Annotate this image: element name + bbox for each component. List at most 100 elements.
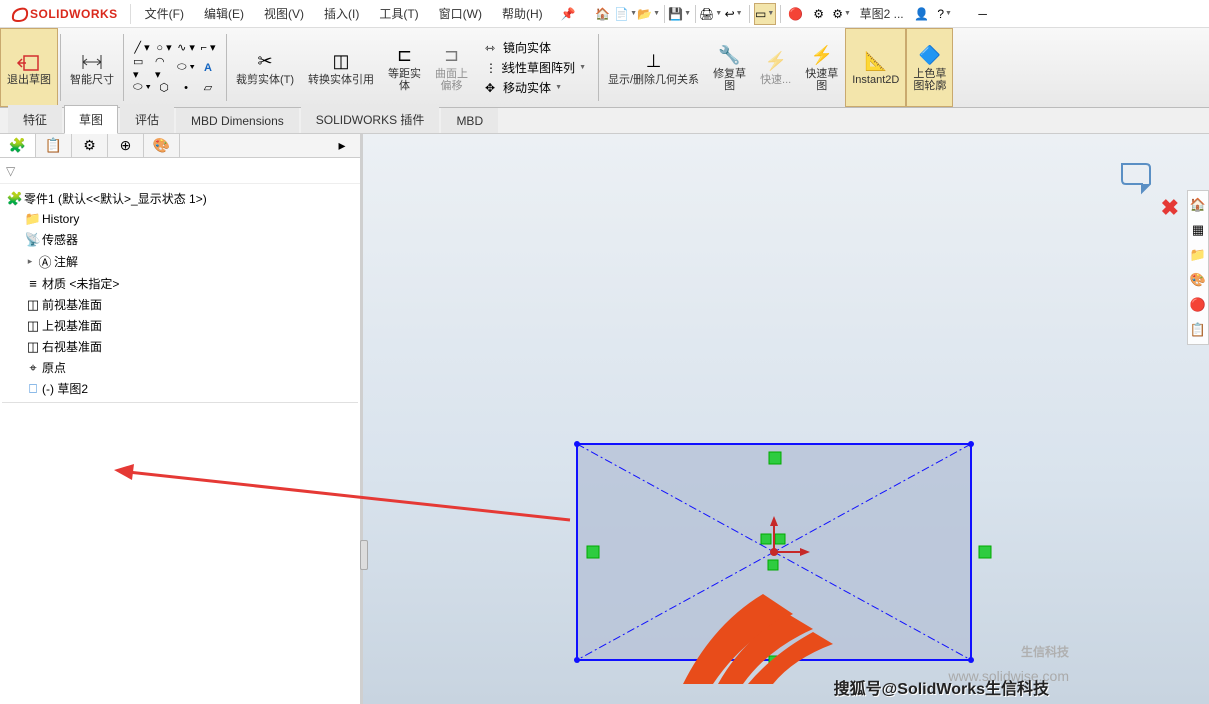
attribution-text: 搜狐号@SolidWorks生信科技 — [834, 675, 1049, 699]
new-button[interactable]: 📄▼ — [615, 3, 637, 25]
tree-sketch2[interactable]: ⎕(-) 草图2 — [2, 378, 358, 399]
plane-icon: ◫ — [24, 339, 42, 355]
instant2d-button[interactable]: 📐 Instant2D — [845, 28, 906, 107]
surface-offset-button[interactable]: ⊐ 曲面上 偏移 — [428, 28, 475, 107]
point-tool[interactable]: • — [176, 79, 196, 97]
task-appearances-button[interactable]: 🔴 — [1188, 294, 1208, 316]
task-resources-button[interactable]: ▦ — [1188, 219, 1208, 241]
home-button[interactable]: 🏠 — [592, 3, 614, 25]
tree-front-plane[interactable]: ◫前视基准面 — [2, 294, 358, 315]
convert-entities-button[interactable]: ◫ 转换实体引用 — [301, 28, 381, 107]
rectangle-tool[interactable]: ▭ ▾ — [132, 59, 152, 77]
spline-tool[interactable]: ∿ ▾ — [176, 39, 196, 57]
shade-sketch-button[interactable]: 🔷 上色草 图轮廓 — [906, 28, 953, 107]
smart-dimension-button[interactable]: 智能尺寸 — [63, 28, 121, 107]
tree-material-label: 材质 <未指定> — [42, 275, 119, 292]
mirror-entities-button[interactable]: ⇿镜向实体 — [477, 38, 594, 58]
task-custom-button[interactable]: 📋 — [1188, 319, 1208, 341]
slot-tool[interactable]: ⬭ ▾ — [132, 79, 152, 97]
options-button[interactable]: ⚙ — [808, 3, 830, 25]
confirmation-corner-cancel[interactable]: ✖ — [1161, 195, 1179, 221]
menu-edit[interactable]: 编辑(E) — [194, 1, 254, 26]
tab-evaluate[interactable]: 评估 — [120, 105, 174, 133]
tree-annotations[interactable]: ▸Ⓐ注解 — [2, 250, 358, 273]
task-view-palette-button[interactable]: 🎨 — [1188, 269, 1208, 291]
print-button[interactable]: 🖨▼ — [700, 3, 722, 25]
display-tab[interactable]: 🎨 — [144, 134, 180, 157]
menu-file[interactable]: 文件(F) — [135, 1, 194, 26]
pin-icon[interactable]: 📌 — [553, 7, 584, 21]
graphics-viewport[interactable]: 生信科技 www.solidwise.com 搜狐号@SolidWorks生信科… — [363, 134, 1209, 704]
property-tab[interactable]: 📋 — [36, 134, 72, 157]
confirmation-corner-ok[interactable] — [1118, 160, 1154, 203]
relation-vertical-icon[interactable] — [979, 546, 991, 558]
sketch-point[interactable] — [968, 441, 974, 447]
quick-snaps-button[interactable]: ⚡ 快速... — [753, 28, 798, 107]
sketch-point[interactable] — [574, 441, 580, 447]
feature-tree-tab[interactable]: 🧩 — [0, 134, 36, 157]
tree-annotations-label: 注解 — [54, 253, 78, 270]
manager-tabs: 🧩 📋 ⚙ ⊕ 🎨 ▸ — [0, 134, 360, 158]
relation-midpoint-icon[interactable] — [775, 534, 785, 544]
tree-right-plane[interactable]: ◫右视基准面 — [2, 336, 358, 357]
tree-material[interactable]: ≡材质 <未指定> — [2, 273, 358, 294]
open-button[interactable]: 📂▼ — [638, 3, 660, 25]
tree-history[interactable]: 📁History — [2, 209, 358, 229]
expand-icon[interactable]: ▸ — [24, 256, 36, 267]
tree-sensors[interactable]: 📡传感器 — [2, 229, 358, 250]
task-library-button[interactable]: 📁 — [1188, 244, 1208, 266]
exit-sketch-label: 退出草图 — [7, 74, 51, 86]
expand-tab-button[interactable]: ▸ — [324, 134, 360, 157]
text-tool[interactable]: A — [198, 59, 218, 77]
arc-tool[interactable]: ◠ ▾ — [154, 59, 174, 77]
plane-tool[interactable]: ▱ — [198, 79, 218, 97]
display-relations-button[interactable]: ⊥ 显示/删除几何关系 — [601, 28, 706, 107]
tab-addins[interactable]: SOLIDWORKS 插件 — [301, 105, 440, 133]
task-home-button[interactable]: 🏠 — [1188, 194, 1208, 216]
polygon-tool[interactable]: ⬡ — [154, 79, 174, 97]
menu-view[interactable]: 视图(V) — [254, 1, 314, 26]
undo-button[interactable]: ↩▼ — [723, 3, 745, 25]
feature-tree: 🧩零件1 (默认<<默认>_显示状态 1>) 📁History 📡传感器 ▸Ⓐ注… — [0, 184, 360, 704]
tab-mbd[interactable]: MBD — [441, 108, 498, 133]
relation-vertical-icon[interactable] — [587, 546, 599, 558]
settings-button[interactable]: ⚙▼ — [831, 3, 853, 25]
tree-top-plane[interactable]: ◫上视基准面 — [2, 315, 358, 336]
select-button[interactable]: ▭▼ — [754, 3, 776, 25]
tab-mbd-dimensions[interactable]: MBD Dimensions — [176, 108, 299, 133]
ribbon: 退出草图 智能尺寸 ╱ ▾ ○ ▾ ∿ ▾ ⌐ ▾ ▭ ▾ ◠ ▾ ⬭ ▾ A … — [0, 28, 1209, 108]
relation-midpoint-icon[interactable] — [761, 534, 771, 544]
dimxpert-tab[interactable]: ⊕ — [108, 134, 144, 157]
menu-insert[interactable]: 插入(I) — [314, 1, 369, 26]
rapid-label: 快速草 图 — [805, 68, 838, 92]
linear-pattern-button[interactable]: ⋮⋮线性草图阵列▼ — [477, 58, 594, 78]
help-button[interactable]: ?▼ — [934, 3, 956, 25]
shade-label: 上色草 图轮廓 — [913, 68, 946, 92]
ellipse-tool[interactable]: ⬭ ▾ — [176, 59, 196, 77]
save-button[interactable]: 💾▼ — [669, 3, 691, 25]
tab-sketch[interactable]: 草图 — [64, 105, 118, 134]
config-tab[interactable]: ⚙ — [72, 134, 108, 157]
tree-origin[interactable]: ⌖原点 — [2, 357, 358, 378]
rebuild-button[interactable]: 🔴 — [785, 3, 807, 25]
splitter-handle[interactable] — [360, 540, 368, 570]
menu-help[interactable]: 帮助(H) — [492, 1, 553, 26]
sketch-point[interactable] — [968, 657, 974, 663]
move-entities-button[interactable]: ✥移动实体▼ — [477, 78, 594, 98]
menu-tools[interactable]: 工具(T) — [369, 1, 428, 26]
tree-root-part[interactable]: 🧩零件1 (默认<<默认>_显示状态 1>) — [2, 188, 358, 209]
repair-sketch-button[interactable]: 🔧 修复草 图 — [706, 28, 753, 107]
relation-horizontal-icon[interactable] — [769, 452, 781, 464]
tree-filter[interactable]: ▽ — [0, 158, 360, 184]
rapid-sketch-button[interactable]: ⚡ 快速草 图 — [798, 28, 845, 107]
trim-entities-button[interactable]: ✂ 裁剪实体(T) — [229, 28, 301, 107]
menu-window[interactable]: 窗口(W) — [429, 1, 492, 26]
minimize-button[interactable]: ─ — [972, 3, 994, 25]
exit-sketch-icon — [16, 50, 42, 74]
search-button[interactable]: 👤 — [911, 3, 933, 25]
offset-entities-button[interactable]: ⊏ 等距实 体 — [381, 28, 428, 107]
tab-features[interactable]: 特征 — [8, 105, 62, 133]
fillet-tool[interactable]: ⌐ ▾ — [198, 39, 218, 57]
exit-sketch-button[interactable]: 退出草图 — [0, 28, 58, 107]
sketch-point[interactable] — [574, 657, 580, 663]
